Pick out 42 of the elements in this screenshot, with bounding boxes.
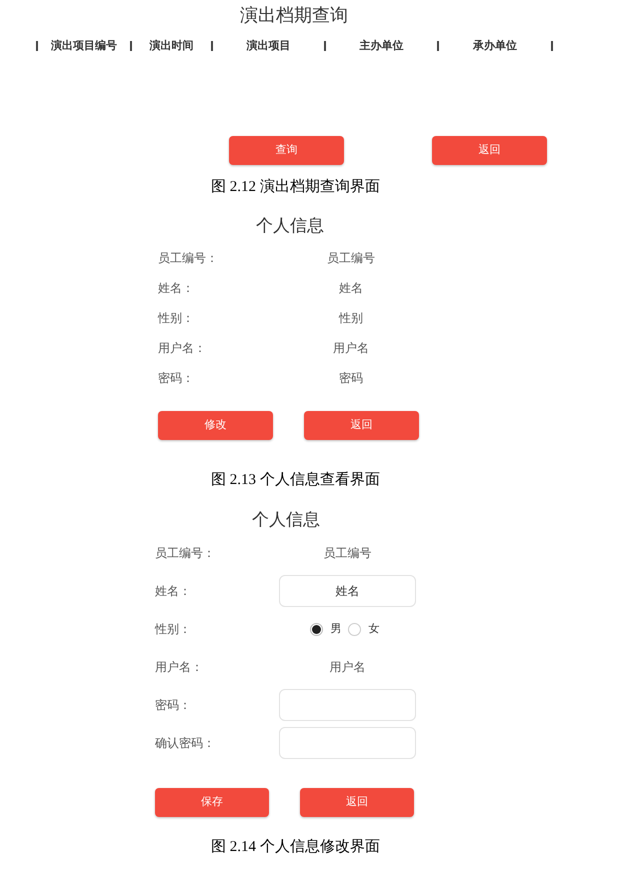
field-label: 姓名： <box>155 584 191 598</box>
column-header: 演出项目 <box>246 38 290 54</box>
back-button[interactable]: 返回 <box>300 788 414 817</box>
field-label: 密码： <box>158 371 194 385</box>
field-label: 性别： <box>158 311 194 325</box>
screen-title: 演出档期查询 <box>240 4 348 26</box>
column-header: 承办单位 <box>473 38 517 54</box>
screen-title: 个人信息 <box>256 215 324 237</box>
field-label: 用户名： <box>158 341 206 355</box>
column-header: 演出时间 <box>150 38 194 54</box>
field-value: 姓名 <box>339 280 363 296</box>
screen-title: 个人信息 <box>252 509 320 531</box>
radio-label: 男 <box>330 622 342 636</box>
field-label: 密码： <box>155 698 191 712</box>
radio-button[interactable] <box>310 622 322 636</box>
field-value: 员工编号 <box>324 545 372 561</box>
radio-button[interactable] <box>348 622 360 636</box>
figure-caption: 图 2.14 个人信息修改界面 <box>211 838 380 857</box>
save-button[interactable]: 保存 <box>155 788 269 817</box>
field-label: 姓名： <box>158 281 194 295</box>
column-header: 演出项目编号 <box>51 38 117 54</box>
field-label: 性别： <box>155 622 191 636</box>
query-button[interactable]: 查询 <box>229 136 344 165</box>
field-value: 员工编号 <box>327 250 375 266</box>
edit-button[interactable]: 修改 <box>158 411 273 440</box>
column-header: 主办单位 <box>360 38 404 54</box>
back-button[interactable]: 返回 <box>432 136 547 165</box>
input-field[interactable]: 姓名 <box>279 575 416 607</box>
field-value: 性别 <box>339 310 363 326</box>
radio-label: 女 <box>368 622 380 636</box>
field-label: 用户名： <box>155 660 203 674</box>
input-field[interactable] <box>279 727 416 759</box>
figure-caption: 图 2.12 演出档期查询界面 <box>211 178 380 197</box>
figure-caption: 图 2.13 个人信息查看界面 <box>211 470 380 490</box>
back-button[interactable]: 返回 <box>304 411 419 440</box>
field-value: 用户名 <box>333 340 369 356</box>
field-value: 用户名 <box>330 659 366 675</box>
input-field[interactable] <box>279 689 416 721</box>
field-label: 员工编号： <box>155 546 215 560</box>
field-value: 密码 <box>339 370 363 386</box>
field-label: 确认密码： <box>155 736 215 750</box>
field-label: 员工编号： <box>158 251 218 265</box>
